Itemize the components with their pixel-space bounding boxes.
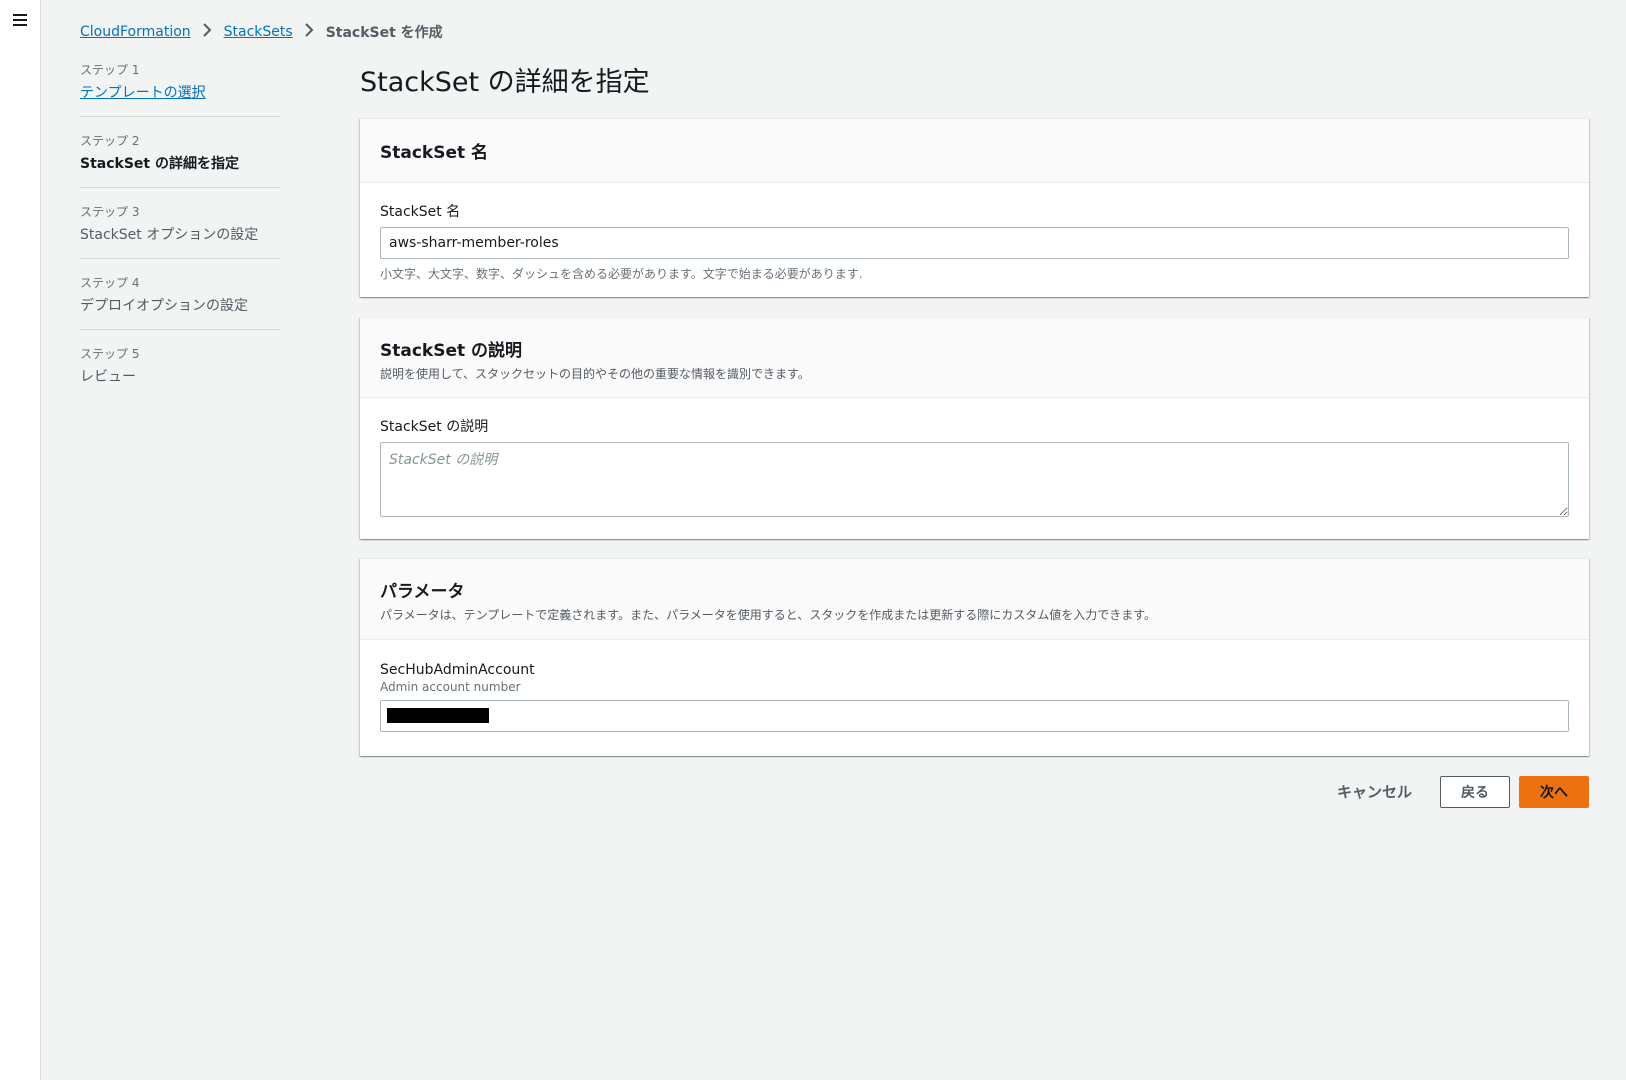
wizard-step-5: ステップ 5 レビュー — [80, 342, 280, 400]
wizard-steps: ステップ 1 テンプレートの選択 ステップ 2 StackSet の詳細を指定 … — [80, 58, 280, 412]
breadcrumb-cloudformation[interactable]: CloudFormation — [80, 24, 191, 40]
breadcrumb-stacksets[interactable]: StackSets — [224, 24, 293, 40]
wizard-step-1: ステップ 1 テンプレートの選択 — [80, 58, 280, 117]
panel-header: StackSet 名 — [360, 119, 1589, 183]
chevron-right-icon — [304, 23, 314, 41]
wizard-step-2: ステップ 2 StackSet の詳細を指定 — [80, 129, 280, 188]
step-title: デプロイオプションの設定 — [80, 298, 248, 314]
panel-body: StackSet の説明 — [360, 398, 1589, 521]
param-name-label: SecHubAdminAccount — [380, 662, 535, 678]
step-number: ステップ 4 — [80, 276, 140, 290]
stackset-name-hint: 小文字、大文字、数字、ダッシュを含める必要があります。文字で始まる必要があります… — [380, 267, 863, 281]
step-title-link[interactable]: テンプレートの選択 — [80, 82, 280, 102]
page-title: StackSet の詳細を指定 — [360, 67, 650, 98]
stackset-description-textarea[interactable] — [380, 442, 1569, 517]
wizard-actions: キャンセル 戻る 次へ — [1323, 775, 1589, 808]
redacted-value — [387, 708, 489, 723]
stackset-name-label: StackSet 名 — [380, 204, 461, 220]
panel-description: パラメータは、テンプレートで定義されます。また、パラメータを使用すると、スタック… — [380, 608, 1157, 622]
step-title: レビュー — [80, 369, 136, 385]
breadcrumb: CloudFormation StackSets StackSet を作成 — [80, 22, 443, 42]
panel-title: StackSet の説明 — [380, 341, 523, 361]
panel-header: StackSet の説明 説明を使用して、スタックセットの目的やその他の重要な情… — [360, 318, 1589, 398]
next-button[interactable]: 次へ — [1519, 775, 1589, 808]
back-button[interactable]: 戻る — [1440, 775, 1510, 808]
wizard-step-4: ステップ 4 デプロイオプションの設定 — [80, 271, 280, 330]
stackset-name-panel: StackSet 名 StackSet 名 小文字、大文字、数字、ダッシュを含め… — [360, 118, 1589, 297]
sechub-admin-account-input[interactable] — [380, 700, 1569, 732]
panel-title: パラメータ — [380, 582, 465, 602]
wizard-step-3: ステップ 3 StackSet オプションの設定 — [80, 200, 280, 259]
panel-body: StackSet 名 小文字、大文字、数字、ダッシュを含める必要があります。文字… — [360, 183, 1589, 282]
stackset-description-label: StackSet の説明 — [380, 419, 489, 435]
step-title-active: StackSet の詳細を指定 — [80, 156, 239, 172]
hamburger-menu-icon[interactable] — [13, 14, 27, 26]
panel-body: SecHubAdminAccount Admin account number — [360, 640, 1589, 732]
cancel-button[interactable]: キャンセル — [1323, 775, 1426, 808]
step-number: ステップ 3 — [80, 205, 140, 219]
step-number: ステップ 2 — [80, 134, 140, 148]
param-description: Admin account number — [380, 680, 521, 694]
step-number: ステップ 1 — [80, 63, 140, 77]
breadcrumb-current: StackSet を作成 — [325, 25, 443, 41]
chevron-right-icon — [202, 23, 212, 41]
left-rail — [0, 0, 41, 1080]
stackset-name-input[interactable] — [380, 227, 1569, 259]
panel-header: パラメータ パラメータは、テンプレートで定義されます。また、パラメータを使用する… — [360, 559, 1589, 640]
stackset-description-panel: StackSet の説明 説明を使用して、スタックセットの目的やその他の重要な情… — [360, 317, 1589, 539]
panel-description: 説明を使用して、スタックセットの目的やその他の重要な情報を識別できます。 — [380, 367, 810, 381]
panel-title: StackSet 名 — [380, 143, 489, 163]
parameters-panel: パラメータ パラメータは、テンプレートで定義されます。また、パラメータを使用する… — [360, 558, 1589, 756]
step-title: StackSet オプションの設定 — [80, 227, 259, 243]
step-number: ステップ 5 — [80, 347, 140, 361]
